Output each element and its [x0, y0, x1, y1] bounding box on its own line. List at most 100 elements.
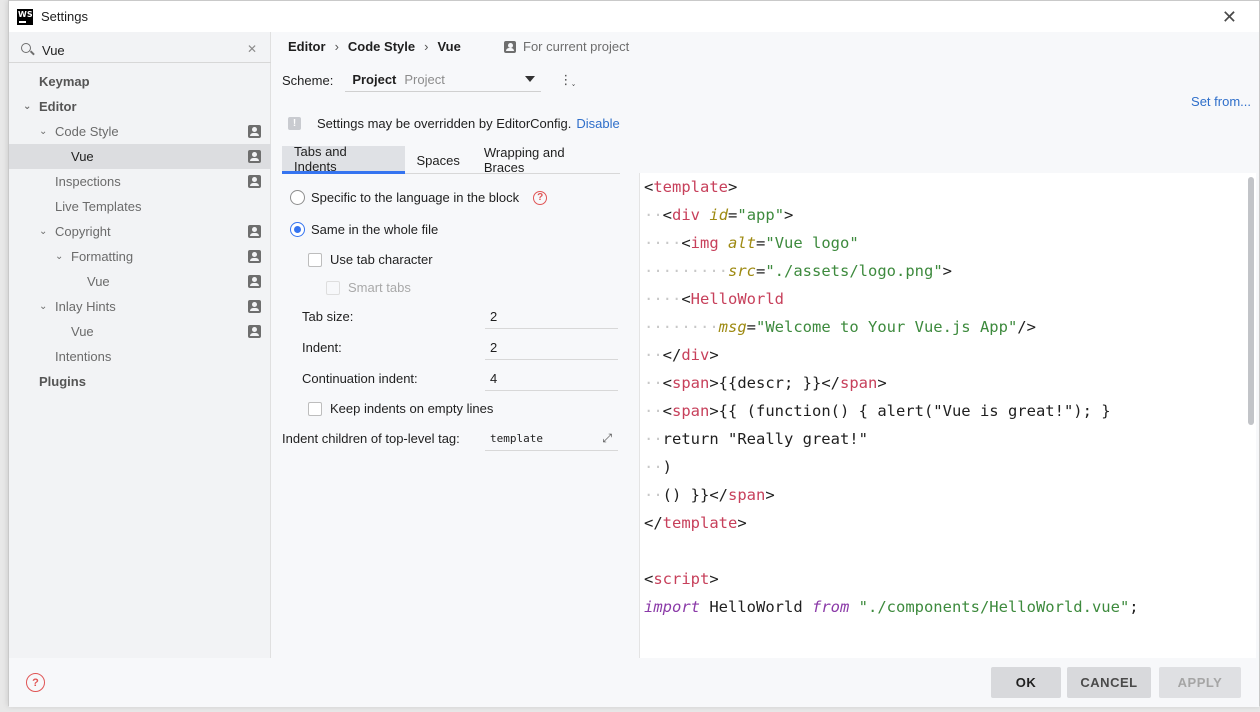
code-token: /> [1017, 318, 1036, 336]
use-tab-character-checkbox[interactable]: Use tab character [308, 252, 433, 267]
radio-specific-language[interactable]: Specific to the language in the block ? [290, 190, 548, 205]
tab-size-input[interactable]: 2 [485, 304, 618, 329]
code-token: "./components/HelloWorld.vue" [858, 598, 1130, 616]
chevron-down-icon[interactable]: ⌄ [39, 226, 47, 237]
sidebar-item-vue[interactable]: Vue [9, 269, 271, 294]
checkbox[interactable] [308, 401, 322, 416]
sidebar-item-label: Inspections [55, 174, 121, 189]
checkbox[interactable] [308, 252, 322, 267]
editorconfig-notice: ! Settings may be overridden by EditorCo… [288, 116, 620, 131]
sidebar-item-vue[interactable]: Vue [9, 144, 271, 169]
code-token: return "Really great!" [662, 430, 868, 448]
expand-icon[interactable]: ⤢ [602, 431, 612, 446]
chevron-down-icon[interactable]: ⌄ [55, 251, 63, 262]
code-line: ··<div id="app"> [644, 201, 793, 229]
ok-button[interactable]: OK [991, 667, 1061, 698]
project-level-icon [248, 150, 261, 163]
code-token: "Vue logo" [765, 234, 859, 252]
more-options-icon[interactable]: ⋮˯ [559, 72, 575, 88]
tab-tabs-and-indents[interactable]: Tabs and Indents [282, 144, 405, 174]
code-token: > [877, 374, 887, 392]
title-bar: WS Settings ✕ [9, 1, 1259, 32]
sidebar-item-intentions[interactable]: Intentions [9, 344, 271, 369]
radio-button-on[interactable] [290, 222, 305, 237]
breadcrumb-code-style[interactable]: Code Style [348, 39, 415, 54]
chevron-down-icon[interactable]: ⌄ [39, 126, 47, 137]
scheme-value: Project [352, 72, 397, 87]
breadcrumb-separator-icon: › [424, 39, 429, 54]
settings-main-panel: Editor › Code Style › Vue For current pr… [271, 32, 1259, 658]
close-icon[interactable]: ✕ [1222, 7, 1237, 28]
code-token: ·· [644, 402, 663, 420]
help-icon[interactable]: ? [26, 673, 45, 692]
code-token: = [756, 262, 766, 280]
tab-wrapping-and-braces[interactable]: Wrapping and Braces [472, 145, 620, 175]
code-token: > [728, 178, 738, 196]
code-token: ···· [644, 234, 682, 252]
keep-indents-checkbox[interactable]: Keep indents on empty lines [308, 401, 493, 416]
radio-same-whole-file[interactable]: Same in the whole file [290, 222, 438, 237]
sidebar-item-label: Vue [71, 324, 94, 339]
project-level-icon [248, 175, 261, 188]
code-line: </template> [644, 509, 747, 537]
breadcrumb-editor[interactable]: Editor [288, 39, 326, 54]
search-input[interactable]: Vue [42, 43, 65, 58]
code-preview[interactable]: <template> ··<div id="app"> ····<img alt="… [639, 173, 1256, 658]
sidebar-item-label: Editor [39, 99, 77, 114]
for-current-project: For current project [504, 39, 629, 54]
sidebar-item-inlay-hints[interactable]: ⌄ Inlay Hints [9, 294, 271, 319]
scheme-dropdown[interactable]: Project Project [345, 68, 542, 92]
disable-link[interactable]: Disable [576, 116, 619, 131]
sidebar-item-keymap[interactable]: Keymap [9, 69, 271, 94]
indent-children-label: Indent children of top-level tag: [282, 431, 460, 446]
settings-search[interactable]: Vue ✕ [9, 38, 271, 63]
project-level-icon [248, 325, 261, 338]
code-token: span [672, 374, 710, 392]
code-token: = [756, 234, 766, 252]
sidebar-item-label: Vue [71, 149, 94, 164]
chevron-down-icon[interactable]: ⌄ [39, 301, 47, 312]
info-icon: ! [288, 117, 301, 130]
code-token: < [662, 206, 673, 224]
sidebar-item-copyright[interactable]: ⌄ Copyright [9, 219, 271, 244]
code-line: ··</div> [644, 341, 719, 369]
code-token: < [662, 402, 673, 420]
indent-input[interactable]: 2 [485, 335, 618, 360]
sidebar-item-editor[interactable]: ⌄ Editor [9, 94, 271, 119]
continuation-indent-label: Continuation indent: [302, 371, 418, 386]
code-token: ) [662, 458, 673, 476]
sidebar-item-inspections[interactable]: Inspections [9, 169, 271, 194]
project-level-icon [248, 225, 261, 238]
set-from-link[interactable]: Set from... [1191, 94, 1251, 109]
chevron-down-icon[interactable]: ⌄ [23, 101, 31, 112]
indent-children-input[interactable]: template ⤢ [485, 426, 618, 451]
preview-scrollbar[interactable] [1248, 177, 1254, 425]
sidebar-item-plugins[interactable]: Plugins [9, 369, 271, 394]
code-line: import HelloWorld from "./components/Hel… [644, 593, 1139, 621]
apply-button[interactable]: APPLY [1159, 667, 1241, 698]
breadcrumb-separator-icon: › [334, 39, 339, 54]
code-line: ··() }}</span> [644, 481, 775, 509]
sidebar-item-live-templates[interactable]: Live Templates [9, 194, 271, 219]
code-line: ··<span>{{descr; }}</span> [644, 369, 887, 397]
sidebar-item-label: Intentions [55, 349, 112, 364]
tab-spaces[interactable]: Spaces [405, 146, 472, 174]
sidebar-item-formatting[interactable]: ⌄ Formatting [9, 244, 271, 269]
code-token: msg [718, 318, 747, 336]
code-token: >{{ (function() { alert("Vue is great!")… [709, 402, 1111, 420]
continuation-indent-input[interactable]: 4 [485, 366, 618, 391]
code-token: "./assets/logo.png" [765, 262, 943, 280]
help-icon[interactable]: ? [533, 190, 548, 205]
settings-dialog: WS Settings ✕ Vue ✕ Keymap ⌄ Editor ⌄ Code S… [8, 0, 1260, 707]
radio-button-off[interactable] [290, 190, 305, 205]
sidebar-item-label: Live Templates [55, 199, 142, 214]
sidebar-item-vue[interactable]: Vue [9, 319, 271, 344]
code-token: from [811, 598, 850, 616]
sidebar-item-label: Formatting [71, 249, 134, 264]
sidebar-item-code-style[interactable]: ⌄ Code Style [9, 119, 271, 144]
cancel-button[interactable]: CANCEL [1067, 667, 1151, 698]
code-token: ········· [644, 262, 728, 280]
project-level-icon [248, 300, 261, 313]
clear-search-icon[interactable]: ✕ [247, 42, 257, 56]
